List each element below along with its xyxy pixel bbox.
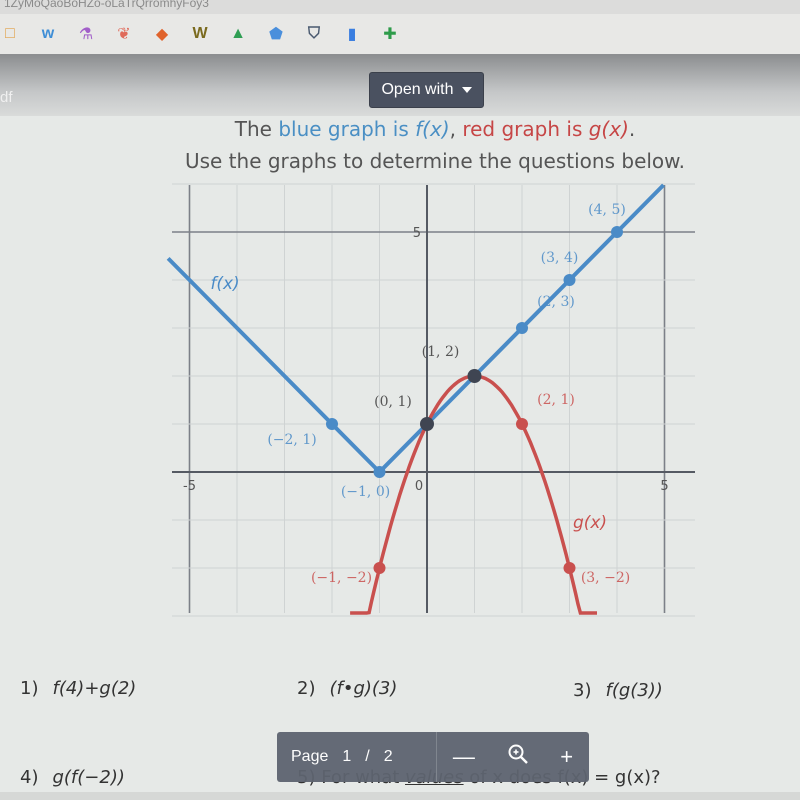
x-tick-label: 0 (415, 479, 423, 494)
data-point (373, 466, 386, 478)
zoom-in-button[interactable]: + (560, 744, 573, 770)
data-point (611, 226, 623, 238)
question-expression: f(g(3)) (605, 680, 663, 701)
page-separator: / (365, 748, 370, 765)
data-point (516, 418, 528, 430)
data-point (373, 562, 386, 574)
data-point (563, 274, 576, 286)
question-number: 3) (573, 680, 592, 701)
page-label: Page (291, 748, 329, 765)
question-number: 4) (20, 767, 39, 788)
point-label: (−2, 1) (267, 432, 316, 448)
question-2: 2) (f•g)(3) (297, 678, 397, 699)
intersection-point (467, 369, 482, 383)
intersection-label: (1, 2) (422, 344, 460, 360)
point-labels: (−2, 1) (−1, 0) (2, 3) (3, 4) (4, 5) (−1, −2)… (210, 202, 630, 586)
intersection-point (420, 417, 434, 431)
question-expression: g(f(−2)) (52, 767, 125, 788)
question-number: 2) (297, 678, 316, 699)
point-label: (−1, 0) (341, 484, 390, 500)
point-label: (4, 5) (588, 202, 626, 218)
x-tick-label: 5 (660, 479, 668, 494)
question-4: 4) g(f(−2)) (20, 767, 125, 788)
data-point (516, 322, 528, 334)
question-expression: f(4)+g(2) (52, 678, 137, 699)
grid-lines (172, 183, 695, 617)
point-label: (3, −2) (581, 570, 630, 586)
tick-labels: -5 0 5 5 (183, 226, 669, 494)
point-label: (2, 3) (537, 294, 575, 310)
y-tick-label: 5 (413, 226, 421, 241)
total-pages: 2 (383, 748, 393, 765)
intersection-label: (0, 1) (374, 394, 412, 410)
current-page-input[interactable]: 1 (342, 748, 351, 766)
f-of-x-label: f(x) (210, 274, 239, 294)
question-expression: (f•g)(3) (329, 678, 398, 699)
zoom-icon[interactable] (507, 743, 529, 771)
x-tick-label: -5 (183, 479, 196, 494)
question-3: 3) f(g(3)) (573, 680, 663, 701)
g-of-x-label: g(x) (573, 513, 607, 533)
page-bottom-edge (0, 792, 800, 800)
question-1: 1) f(4)+g(2) (20, 678, 136, 699)
point-label: (2, 1) (537, 392, 575, 408)
data-point (326, 418, 338, 430)
point-label: (3, 4) (541, 250, 579, 266)
page-navigation-bar: Page 1 / 2 — + (277, 732, 589, 782)
curves (166, 183, 665, 615)
data-point (563, 562, 576, 574)
question-number: 1) (20, 678, 39, 699)
point-label: (−1, −2) (311, 570, 372, 586)
zoom-out-button[interactable]: — (453, 744, 475, 770)
